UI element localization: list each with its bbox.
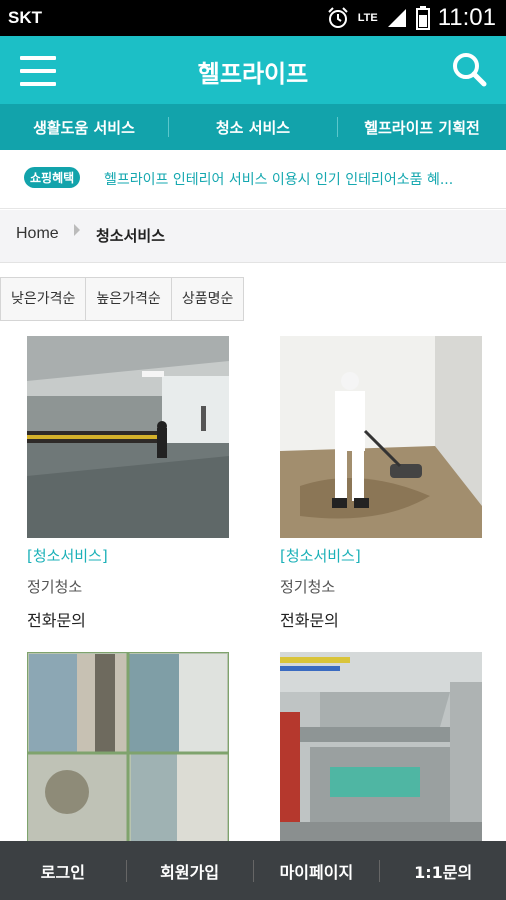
product-card[interactable]: [청소서비스] 정기청소 전화문의 [280,336,482,631]
category-tabs: 생활도움 서비스 청소 서비스 헬프라이프 기획전 [0,104,506,150]
mypage-button[interactable]: 마이페이지 [254,859,380,883]
sort-low-price[interactable]: 낮은가격순 [0,277,87,321]
network-type-label: LTE [357,11,378,24]
breadcrumb: Home 청소서비스 [0,210,506,263]
search-icon[interactable] [450,50,488,88]
breadcrumb-home[interactable]: Home [16,225,59,243]
product-category: [청소서비스] [27,547,108,565]
product-card[interactable] [280,652,482,854]
kitchen-hood-cleaning-photo[interactable] [280,652,482,854]
floor-scrubbing-photo[interactable] [280,336,482,538]
product-card[interactable] [27,652,229,861]
app-title: 헬프라이프 [197,60,309,88]
breadcrumb-current: 청소서비스 [96,227,166,245]
product-category: [청소서비스] [280,547,361,565]
promo-banner[interactable]: 쇼핑혜택 헬프라이프 인테리어 서비스 이용시 인기 인테리어소품 혜... [0,150,506,209]
mold-window-cleaning-photo[interactable] [27,652,229,854]
sort-options: 낮은가격순 높은가격순 상품명순 [0,277,245,321]
tab-helplife-special[interactable]: 헬프라이프 기획전 [338,117,506,138]
clock: 11:01 [437,4,496,31]
breadcrumb-arrow-icon [74,224,80,236]
product-price: 전화문의 [280,611,339,630]
bottom-nav: 로그인 회원가입 마이페이지 1:1문의 [0,841,506,900]
carrier-label: SKT [8,8,42,27]
product-price: 전화문의 [27,611,86,630]
inquiry-button[interactable]: 1:1문의 [380,859,506,883]
product-name: 정기청소 [280,578,336,596]
status-bar: SKT LTE 11:01 [0,0,506,36]
signal-icon [387,9,406,27]
product-card[interactable]: [청소서비스] 정기청소 전화문의 [27,336,229,631]
tab-cleaning-service[interactable]: 청소 서비스 [169,117,337,138]
battery-icon [415,6,430,30]
parking-garage-cleaning-photo[interactable] [27,336,229,538]
app-bar: 헬프라이프 [0,36,506,104]
signup-button[interactable]: 회원가입 [127,859,253,883]
tab-life-help-service[interactable]: 생활도움 서비스 [0,117,168,138]
login-button[interactable]: 로그인 [0,859,126,883]
promo-text[interactable]: 헬프라이프 인테리어 서비스 이용시 인기 인테리어소품 혜... [104,169,480,189]
product-name: 정기청소 [27,578,83,596]
promo-badge: 쇼핑혜택 [24,167,81,188]
sort-high-price[interactable]: 높은가격순 [85,277,172,321]
sort-name[interactable]: 상품명순 [170,277,245,321]
alarm-icon [328,7,348,28]
